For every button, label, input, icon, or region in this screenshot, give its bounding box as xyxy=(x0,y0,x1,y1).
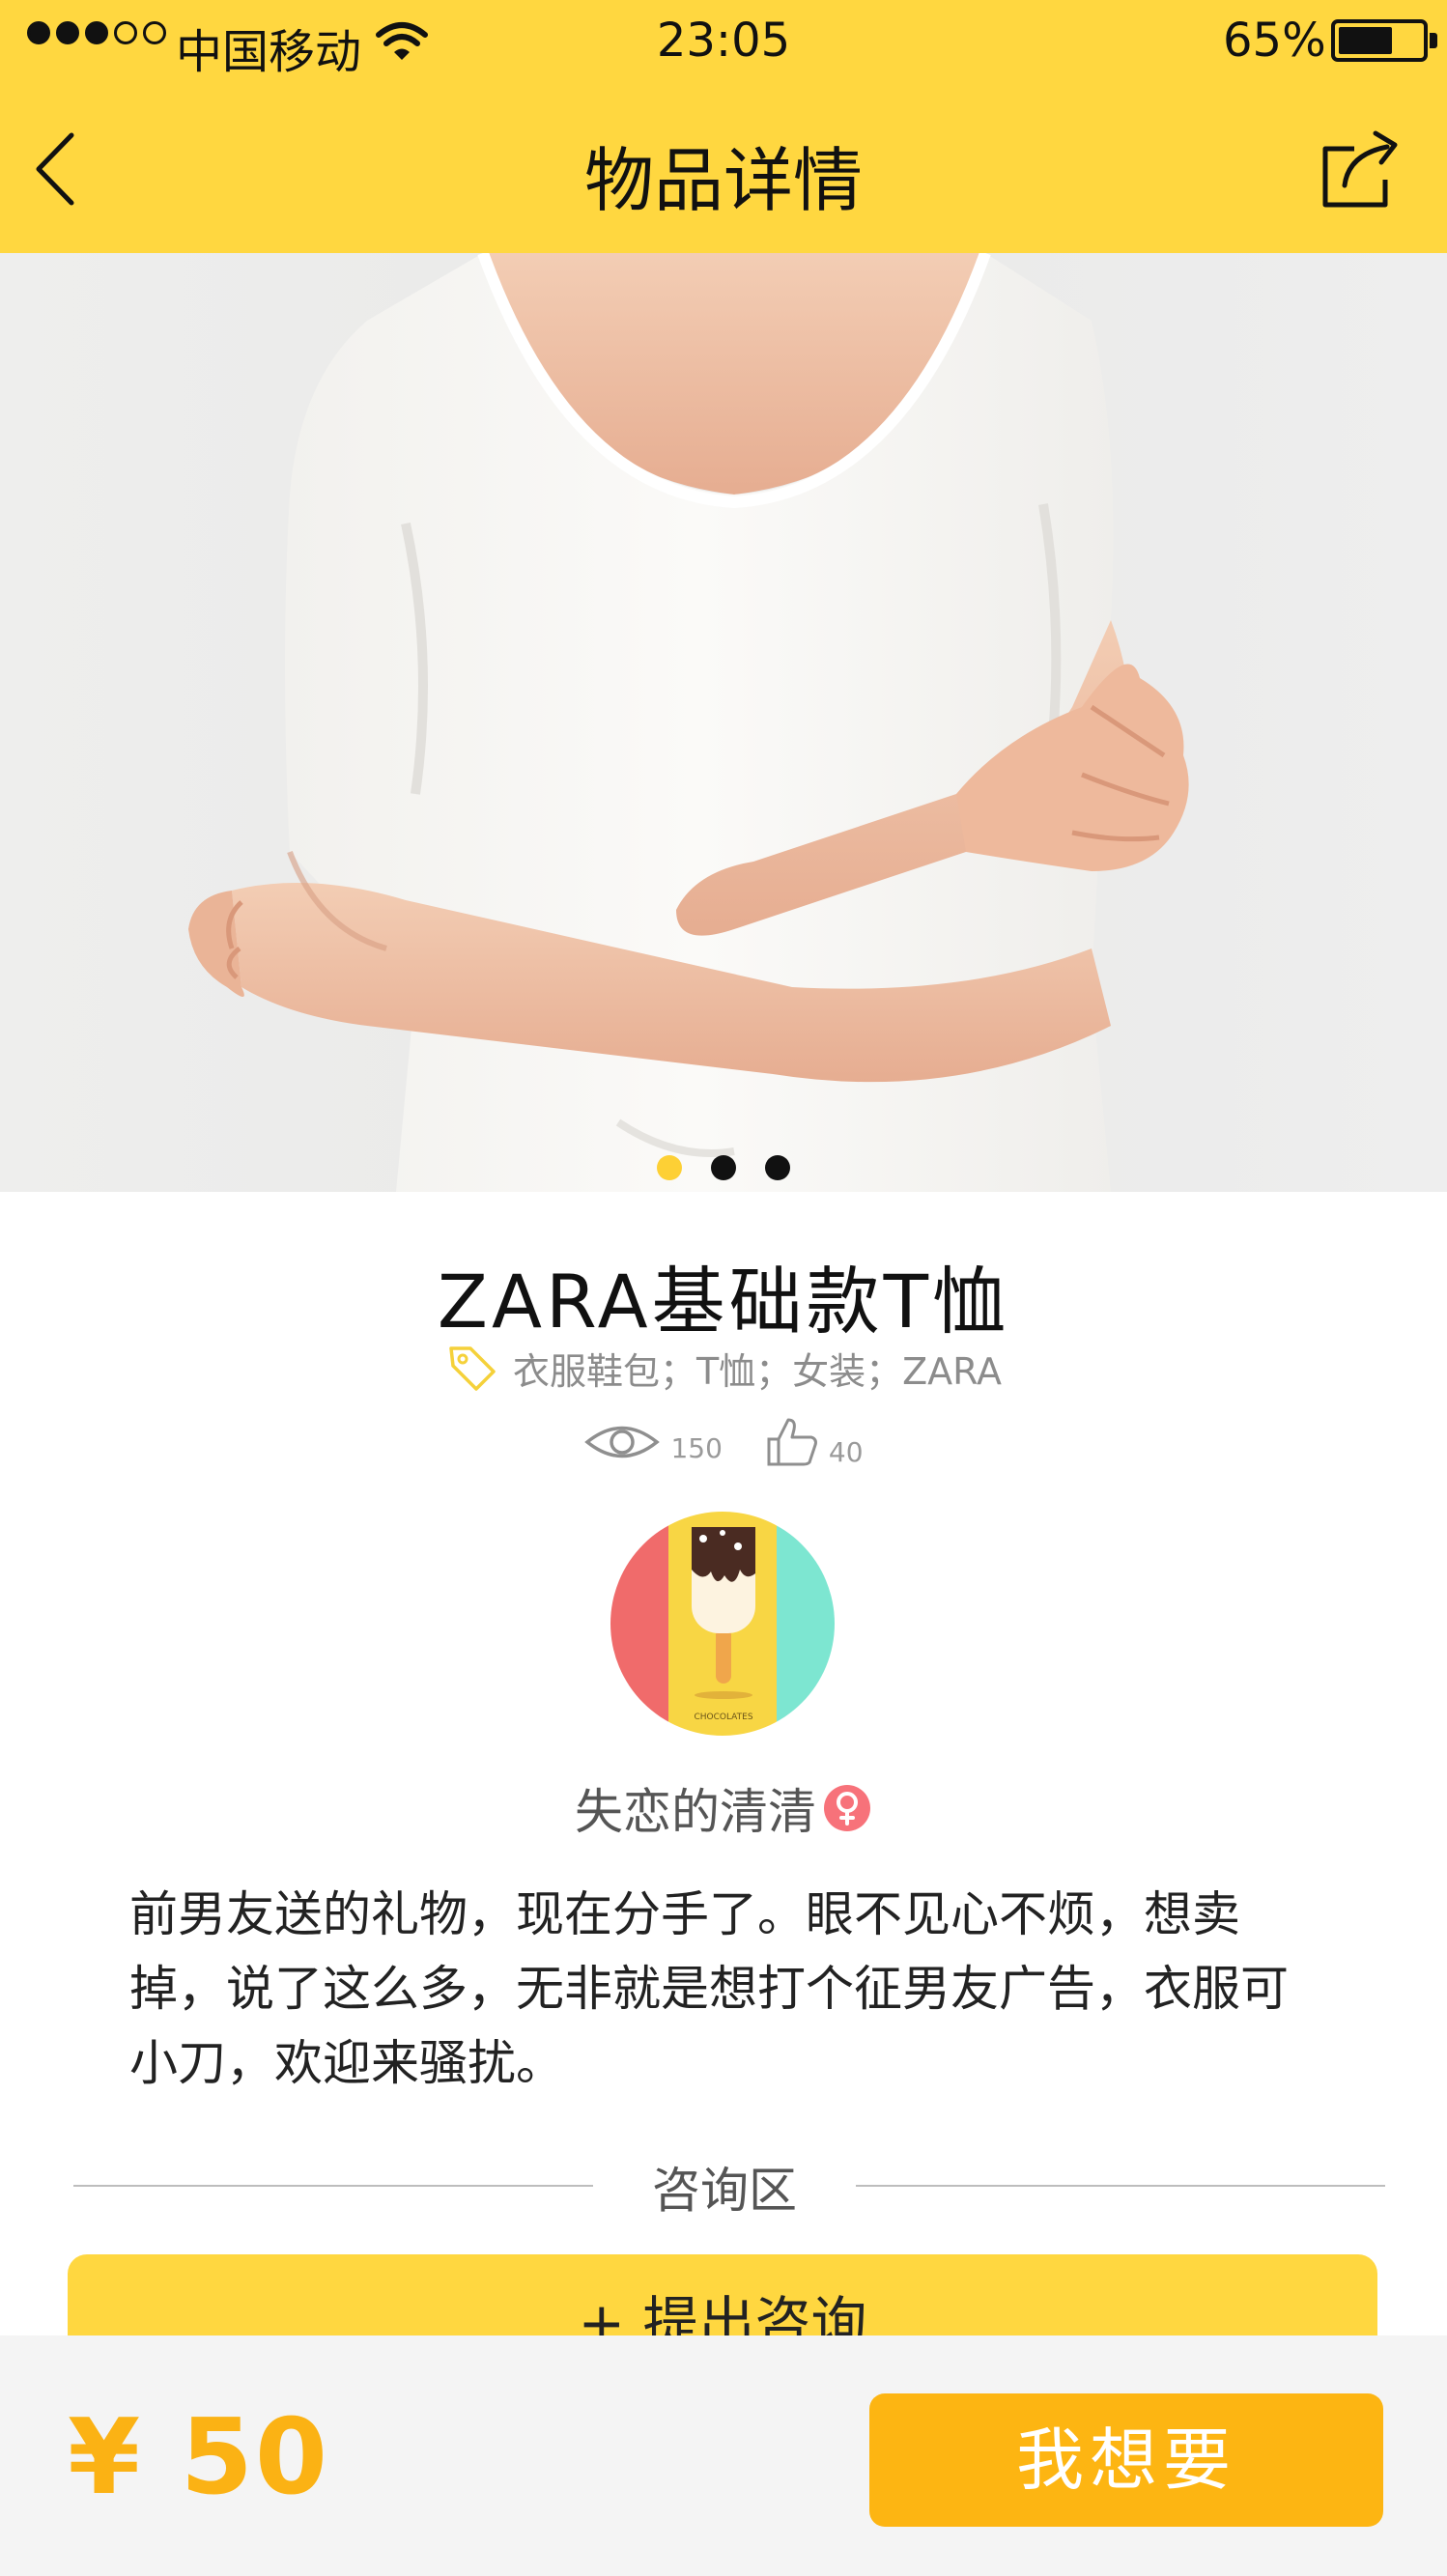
carousel-pager[interactable] xyxy=(0,1155,1447,1180)
product-photo xyxy=(0,253,1447,1192)
item-stats: 150 40 xyxy=(0,1416,1447,1468)
like-count-value: 40 xyxy=(828,1436,864,1468)
battery-level-fill xyxy=(1339,27,1392,54)
consult-section-label: 咨询区 xyxy=(652,2163,797,2219)
page-title: 物品详情 xyxy=(583,140,863,221)
battery-icon xyxy=(1331,19,1437,62)
tag-icon xyxy=(449,1346,496,1391)
carousel-dot[interactable] xyxy=(765,1155,790,1180)
female-icon xyxy=(824,1785,870,1831)
avatar-image: CHOCOLATES xyxy=(610,1512,835,1736)
eye-icon xyxy=(584,1426,661,1458)
battery-percent: 65% xyxy=(1223,14,1326,68)
item-tags: 衣服鞋包；T恤；女装；ZARA xyxy=(0,1341,1447,1395)
navigation-bar: 物品详情 xyxy=(0,89,1447,253)
tags-text: 衣服鞋包；T恤；女装；ZARA xyxy=(512,1349,1003,1393)
avatar-caption: CHOCOLATES xyxy=(694,1713,752,1722)
share-icon[interactable] xyxy=(1316,126,1406,212)
thumbs-up-icon[interactable] xyxy=(765,1416,819,1468)
want-button[interactable]: 我想要 xyxy=(869,2393,1383,2527)
carousel-dot[interactable] xyxy=(657,1155,682,1180)
like-count[interactable]: 40 xyxy=(765,1416,864,1468)
item-description: 前男友送的礼物，现在分手了。眼不见心不烦，想卖掉，说了这么多，无非就是想打个征男… xyxy=(129,1886,1289,2091)
seller-avatar[interactable]: CHOCOLATES xyxy=(610,1512,835,1736)
carousel-dot[interactable] xyxy=(711,1155,736,1180)
seller-name-row[interactable]: 失恋的清清 xyxy=(0,1773,1447,1843)
seller-name: 失恋的清清 xyxy=(575,1784,816,1840)
product-image-carousel[interactable] xyxy=(0,253,1447,1192)
view-count: 150 xyxy=(583,1420,723,1464)
status-bar: 中国移动 23:05 65% xyxy=(0,0,1447,89)
consult-section-divider: 咨询区 xyxy=(73,2146,1385,2223)
purchase-bar: ¥ 50 我想要 xyxy=(0,2335,1447,2576)
view-count-value: 150 xyxy=(670,1432,723,1464)
item-title: ZARA基础款T恤 xyxy=(437,1259,1010,1345)
price: ¥ 50 xyxy=(68,2397,330,2518)
divider-line xyxy=(73,2185,593,2187)
divider-line xyxy=(856,2185,1385,2187)
top-bar: 中国移动 23:05 65% 物品详情 xyxy=(0,0,1447,253)
